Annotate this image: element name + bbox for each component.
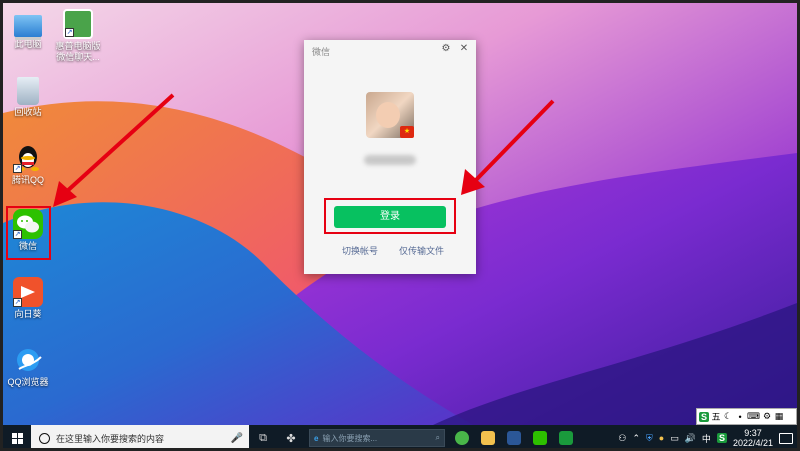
- desktop-icon-sunflower[interactable]: ↗ 向日葵: [5, 277, 51, 320]
- volume-icon[interactable]: 🔊: [685, 433, 696, 444]
- taskbar-word[interactable]: [501, 425, 527, 448]
- clock-time: 9:37: [744, 428, 762, 438]
- microphone-icon[interactable]: 🎤: [231, 433, 243, 444]
- wechat-icon: [533, 431, 547, 445]
- file-transfer-only-link[interactable]: 仅传输文件: [399, 244, 444, 257]
- taskbar-wechat[interactable]: [527, 425, 553, 448]
- network-icon[interactable]: ▭: [670, 433, 679, 444]
- wechat-login-dialog: 微信 ⚙ ✕ ★ 登录 切换帐号 仅传输文件: [304, 40, 476, 274]
- dialog-title: 微信: [312, 47, 331, 57]
- taskbar-search[interactable]: 在这里输入你要搜索的内容 🎤: [31, 425, 249, 448]
- people-icon[interactable]: ⚇: [618, 433, 626, 444]
- desktop-icon-phone-app[interactable]: ↗ 惠普电脑版 微信聊天...: [53, 9, 103, 63]
- desktop-icon-recycle-bin[interactable]: 回收站: [5, 77, 51, 118]
- clock-date: 2022/4/21: [732, 438, 773, 448]
- folder-icon: [481, 431, 495, 445]
- taskbar: 在这里输入你要搜索的内容 🎤 ⧉ ✤ e 输入你要搜索... ⌕ ⚇ ⌃ ⛨ ●…: [3, 425, 797, 448]
- punctuation-icon[interactable]: •: [735, 412, 745, 422]
- clock[interactable]: 9:37 2022/4/21: [733, 428, 773, 448]
- close-icon[interactable]: ✕: [458, 43, 470, 54]
- system-tray: ⚇ ⌃ ⛨ ● ▭ 🔊 中 S 9:37 2022/4/21: [618, 425, 797, 448]
- language-indicator[interactable]: 中: [702, 432, 711, 445]
- taskbar-sogou[interactable]: [553, 425, 579, 448]
- desktop-icon-qq[interactable]: ↗ 腾讯QQ: [5, 143, 51, 186]
- green-app-icon: [455, 431, 469, 445]
- edge-icon: e: [314, 433, 319, 443]
- shortcut-arrow-icon: ↗: [13, 298, 22, 307]
- sunflower-remote-icon: ↗: [13, 277, 43, 307]
- ime-app-icon: [559, 431, 573, 445]
- task-view-icon[interactable]: ⧉: [249, 425, 277, 448]
- chevron-up-icon[interactable]: ⌃: [632, 433, 640, 444]
- avatar-face: [376, 102, 400, 128]
- android-app-icon: ↗: [63, 9, 93, 39]
- screen-frame: 此电脑 ↗ 惠普电脑版 微信聊天... 回收站 ↗ 腾讯QQ ↗ 微信 ↗ 向日…: [0, 0, 800, 451]
- tray-app-icon[interactable]: ●: [659, 433, 664, 443]
- qq-penguin-icon: ↗: [13, 143, 43, 173]
- search-placeholder: 在这里输入你要搜索的内容: [56, 433, 165, 444]
- recycle-bin-icon: [17, 77, 39, 105]
- windows-logo-icon: [11, 432, 23, 444]
- settings-icon[interactable]: ⚙: [762, 411, 772, 422]
- qq-browser-icon: [13, 345, 43, 375]
- shortcut-arrow-icon: ↗: [65, 28, 74, 37]
- search-icon[interactable]: ⌕: [436, 433, 440, 443]
- settings-icon[interactable]: ⚙: [440, 43, 452, 54]
- word-icon: [507, 431, 521, 445]
- login-button-highlight: [324, 198, 456, 234]
- desktop-icon-this-pc[interactable]: 此电脑: [5, 11, 51, 50]
- start-button[interactable]: [3, 425, 31, 448]
- cortana-icon: [39, 432, 50, 444]
- ime-tray-icon[interactable]: S: [716, 433, 727, 443]
- shortcut-arrow-icon: ↗: [13, 164, 22, 173]
- computer-icon: [14, 15, 42, 37]
- switch-account-link[interactable]: 切换帐号: [342, 244, 378, 257]
- china-flag-icon: ★: [400, 126, 414, 138]
- ime-logo-icon[interactable]: S: [699, 411, 710, 422]
- desktop-icon-qq-browser[interactable]: QQ浏览器: [5, 345, 51, 388]
- ime-mode-wubi[interactable]: 五: [711, 410, 721, 423]
- notification-icon[interactable]: [779, 432, 793, 444]
- keyboard-icon[interactable]: ⌨: [747, 411, 760, 422]
- wechat-icon-highlight: [6, 206, 51, 260]
- security-shield-icon[interactable]: ⛨: [646, 433, 653, 444]
- ime-toolbar[interactable]: S 五 ☾ • ⌨ ⚙ ▦: [696, 408, 797, 425]
- moon-icon[interactable]: ☾: [723, 411, 733, 422]
- taskbar-file-explorer[interactable]: [475, 425, 501, 448]
- blurred-nickname: [364, 155, 416, 165]
- pinwheel-icon[interactable]: ✤: [277, 425, 305, 448]
- edge-search-box[interactable]: e 输入你要搜索... ⌕: [309, 429, 445, 447]
- taskbar-app-green[interactable]: [449, 425, 475, 448]
- toolbox-icon[interactable]: ▦: [774, 411, 784, 422]
